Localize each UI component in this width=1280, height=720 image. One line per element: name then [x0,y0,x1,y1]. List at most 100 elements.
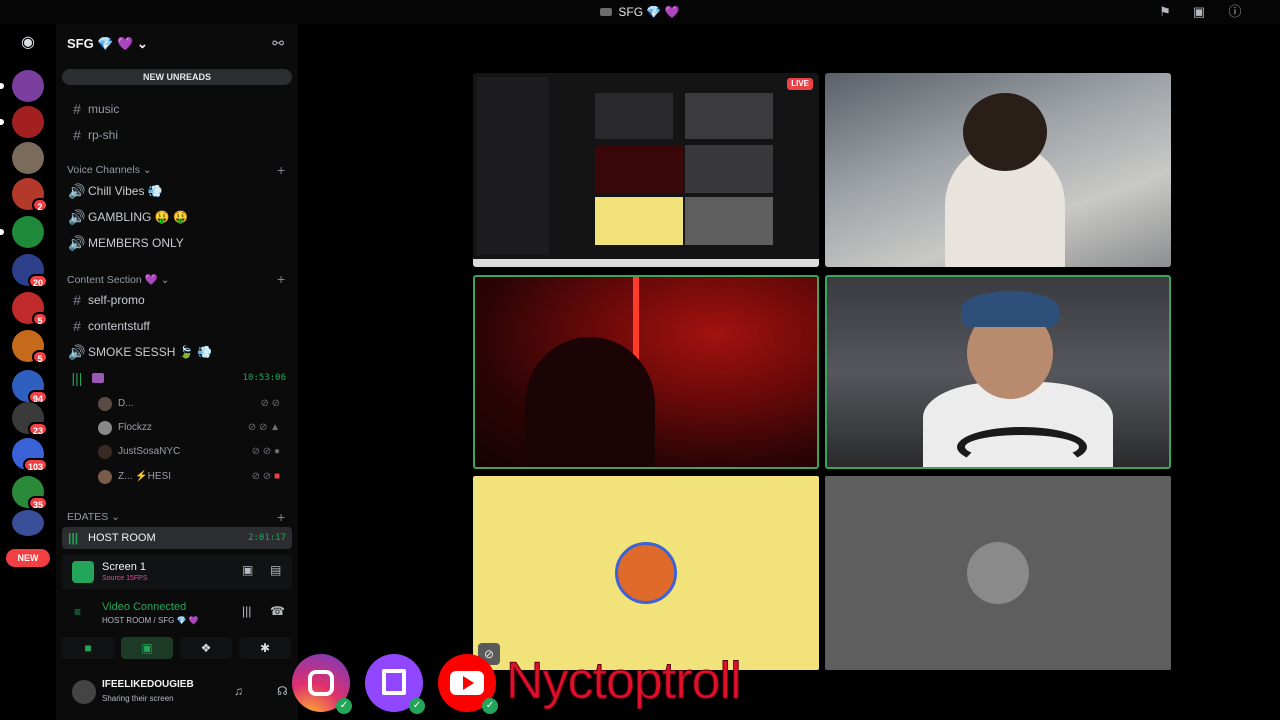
headphones-icon[interactable]: ☊ [277,684,288,698]
screen-share-icon[interactable]: ▣ [1191,4,1207,20]
soundboard-button[interactable]: ✱ [239,637,291,659]
participant-avatar-tile[interactable] [825,476,1171,670]
server-icon-7[interactable]: 5 [12,292,48,326]
shared-screen-tile [685,197,773,245]
stop-stream-icon[interactable]: ▣ [242,563,253,577]
participant-head [963,93,1047,171]
unread-indicator [0,119,4,125]
create-channel-icon[interactable]: + [277,271,285,287]
noise-suppression-icon[interactable]: ||| [242,604,251,618]
server-icon-11[interactable]: 103 [12,438,48,472]
shared-screen-sidebar [477,77,549,255]
participant-silhouette [525,337,655,467]
muted-deafened-icon: ⊘ ⊘ [260,398,280,409]
channel-contentstuff[interactable]: # contentstuff [64,315,290,337]
invite-people-icon[interactable]: ⚯ [272,35,284,52]
server-icon-3[interactable] [12,142,44,174]
category-label: EDATES [67,511,109,523]
channel-timer: 10:53:06 [242,373,286,383]
channel-rp-shi[interactable]: # rp-shi [64,124,290,146]
voice-route: HOST ROOM / SFG 💎 💜 [102,616,199,625]
steering-wheel [957,427,1087,467]
voice-status[interactable]: Video Connected [102,601,186,613]
server-header[interactable]: SFG 💎 💜 ⌄ ⚯ [56,24,298,64]
channel-music[interactable]: # music [64,98,290,120]
voice-user[interactable]: D... ⊘ ⊘ [98,393,288,415]
mention-badge: 103 [22,458,48,472]
participant-avatar-tile[interactable]: ⊘ [473,476,819,670]
avatar [967,542,1029,604]
server-icon-12[interactable]: 35 [12,476,48,510]
voice-user[interactable]: Flockzz ⊘ ⊘ ▲ [98,417,288,439]
channel-label: self-promo [88,293,145,307]
category-edates[interactable]: EDATES ⌄ + [67,509,292,525]
new-server-pill[interactable]: NEW [6,549,50,567]
channel-members-only[interactable]: 🔊 MEMBERS ONLY [64,232,290,254]
youtube-icon: ✓ [438,654,498,714]
stage-icon [92,373,104,383]
create-channel-icon[interactable]: + [277,509,285,525]
channel-self-promo[interactable]: # self-promo [64,289,290,311]
mention-badge: 35 [27,496,48,510]
avatar[interactable] [72,680,96,704]
stream-settings-icon[interactable]: ▤ [270,563,281,577]
camera-button[interactable]: ■ [62,637,114,659]
hashtag-icon: # [73,127,81,143]
avatar [98,470,112,484]
shared-screen-tile [685,93,773,139]
server-name: SFG 💎 💜 ⌄ [67,36,148,52]
voice-user[interactable]: JustSosaNYC ⊘ ⊘ ● [98,441,288,463]
channel-label: rp-shi [88,128,119,142]
muted-deafened-icon: ⊘ ⊘ ▲ [247,422,280,433]
screen-share-icon [72,561,94,583]
new-unreads-bar[interactable]: NEW UNREADS [62,69,292,85]
server-icon-5[interactable] [0,216,44,248]
play-icon [463,676,474,690]
discord-home-icon[interactable]: ◉ [14,32,42,54]
verified-check-icon: ✓ [336,698,352,714]
username: IFEELIKEDOUGIEB [102,679,194,690]
channel-chill-vibes[interactable]: 🔊 Chill Vibes 💨 [64,180,290,202]
voice-user[interactable]: Z... ⚡HESI ⊘ ⊘ ■ [98,466,288,488]
streamer-handle: Nyctoptroll [506,652,743,711]
server-icon-8[interactable]: 5 [12,330,48,364]
live-voice-channel[interactable]: ||| 10:53:06 [64,367,290,389]
server-icon-9[interactable]: 94 [12,370,48,404]
activities-button[interactable]: ❖ [180,637,232,659]
server-icon-10[interactable]: 23 [12,402,48,436]
participant-video-tile[interactable] [825,73,1171,267]
help-icon[interactable]: ⓘ [1227,4,1243,20]
avatar [98,421,112,435]
category-content-section[interactable]: Content Section 💜 ⌄ + [67,271,292,287]
create-channel-icon[interactable]: + [277,162,285,178]
stream-name: Screen 1 [102,561,147,573]
chevron-down-icon: ⌄ [160,274,170,286]
verified-check-icon: ✓ [482,698,498,714]
screen-share-tile[interactable]: LIVE [473,73,819,267]
participant-video-tile[interactable] [473,275,819,469]
server-icon-13[interactable] [12,510,44,536]
unread-indicator [0,229,4,235]
server-rail: ◉ 2 20 5 5 94 23 103 35 NEW [0,24,56,720]
category-voice-channels[interactable]: Voice Channels ⌄ + [67,162,292,178]
speaker-icon: 🔊 [68,344,86,360]
inbox-icon[interactable]: ⚑ [1157,4,1173,20]
channel-host-room[interactable]: ||| HOST ROOM 2:01:17 [62,527,292,549]
screen-share-button[interactable]: ▣ [121,637,173,659]
disconnect-icon[interactable]: ☎ [270,604,285,618]
server-icon-2[interactable] [0,106,44,138]
participant-video-tile[interactable] [825,275,1171,469]
live-badge: LIVE [787,78,813,90]
microphone-icon[interactable]: ♫ [234,684,243,698]
server-icon-4[interactable]: 2 [12,178,48,212]
channel-gambling[interactable]: 🔊 GAMBLING 🤑 🤑 [64,206,290,228]
server-icon-1[interactable] [0,70,44,102]
instagram-icon: ✓ [292,654,352,714]
channel-label: SMOKE SESSH 🍃 💨 [88,345,212,359]
server-icon-6[interactable]: 20 [12,254,48,288]
user-panel: IFEELIKEDOUGIEB Sharing their screen ♫ ☊… [62,670,332,716]
instagram-glyph [308,670,334,696]
channel-smoke-sessh[interactable]: 🔊 SMOKE SESSH 🍃 💨 [64,341,290,363]
category-label: Voice Channels [67,164,140,176]
avatar [98,397,112,411]
